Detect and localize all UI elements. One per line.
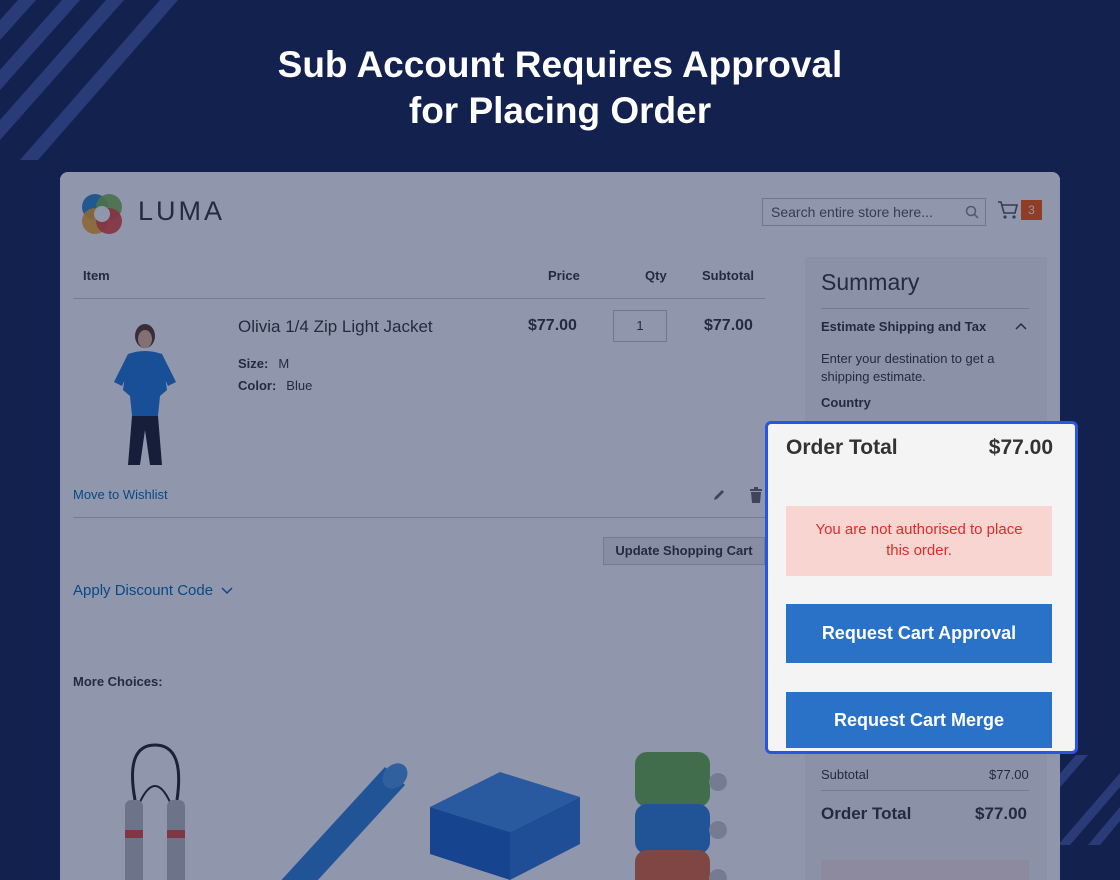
headline-line-2: for Placing Order bbox=[408, 90, 712, 131]
not-authorised-alert: You are not authorised to place this ord… bbox=[786, 506, 1052, 576]
headline-line-1: Sub Account Requires Approval bbox=[277, 44, 843, 85]
approval-card: Order Total $77.00 You are not authorise… bbox=[765, 421, 1078, 754]
request-cart-merge-button[interactable]: Request Cart Merge bbox=[786, 692, 1052, 748]
page-headline: Sub Account Requires Approval for Placin… bbox=[0, 42, 1120, 134]
request-cart-approval-button[interactable]: Request Cart Approval bbox=[786, 604, 1052, 663]
order-total-value: $77.00 bbox=[988, 436, 1053, 459]
decorative-stripes bbox=[1050, 755, 1120, 845]
order-total-label: Order Total bbox=[786, 436, 898, 459]
